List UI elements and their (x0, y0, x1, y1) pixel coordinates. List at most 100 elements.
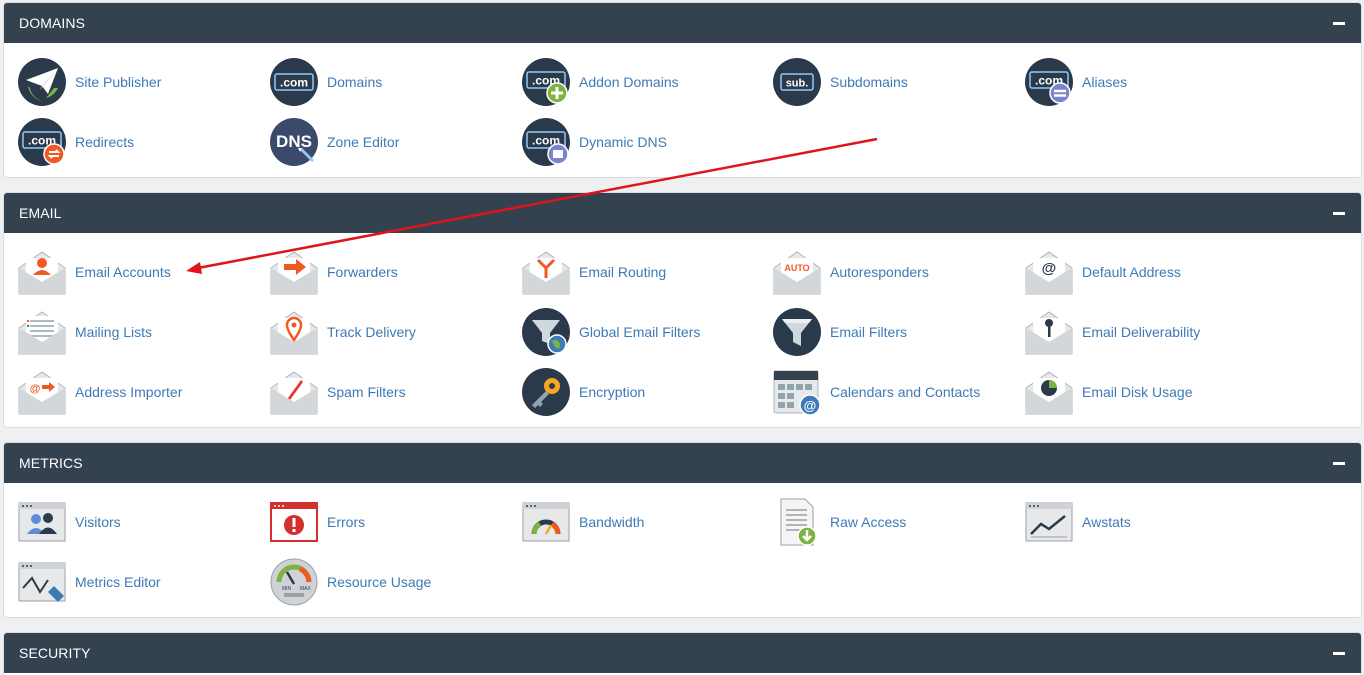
dynamic-dns-link[interactable]: .com Dynamic DNS (522, 117, 772, 167)
gauge-min-max-icon: MIN MAX (270, 558, 318, 606)
chart-edit-icon (18, 558, 66, 606)
link-label: Calendars and Contacts (830, 384, 981, 400)
errors-link[interactable]: Errors (270, 497, 520, 547)
key-icon (522, 368, 570, 416)
link-label: Address Importer (75, 384, 183, 400)
email-disk-usage-link[interactable]: Email Disk Usage (1025, 367, 1275, 417)
dotcom-icon: .com (270, 58, 318, 106)
site-publisher-link[interactable]: Site Publisher (18, 57, 268, 107)
document-download-icon (773, 498, 821, 546)
link-label: Metrics Editor (75, 574, 161, 590)
panel-header-email[interactable]: EMAIL (4, 193, 1361, 233)
spam-filters-link[interactable]: Spam Filters (270, 367, 520, 417)
panel-domains: DOMAINS Site Publisher .com Domains .com… (3, 2, 1362, 178)
collapse-icon[interactable] (1333, 207, 1345, 219)
metrics-editor-link[interactable]: Metrics Editor (18, 557, 268, 607)
svg-text:@: @ (804, 398, 817, 413)
email-filters-link[interactable]: Email Filters (773, 307, 1023, 357)
envelope-arrow-icon (270, 248, 318, 296)
raw-access-link[interactable]: Raw Access (773, 497, 1023, 547)
line-chart-window-icon (1025, 498, 1073, 546)
link-label: Subdomains (830, 74, 908, 90)
link-label: Raw Access (830, 514, 907, 530)
link-label: Site Publisher (75, 74, 162, 90)
link-label: Encryption (579, 384, 646, 400)
link-label: Email Disk Usage (1082, 384, 1193, 400)
link-label: Email Deliverability (1082, 324, 1201, 340)
sub-domain-icon: sub. (773, 58, 821, 106)
envelope-import-icon: @ (18, 368, 66, 416)
autoresponders-link[interactable]: AUTO Autoresponders (773, 247, 1023, 297)
panel-header-security[interactable]: SECURITY (4, 633, 1361, 673)
link-label: Domains (327, 74, 383, 90)
aliases-link[interactable]: .com Aliases (1025, 57, 1275, 107)
svg-text:@: @ (1042, 260, 1057, 277)
link-label: Email Routing (579, 264, 667, 280)
panel-header-metrics[interactable]: METRICS (4, 443, 1361, 483)
panel-title: METRICS (19, 455, 83, 471)
mailing-lists-link[interactable]: Mailing Lists (18, 307, 268, 357)
panel-header-domains[interactable]: DOMAINS (4, 3, 1361, 43)
dotcom-plus-icon: .com (522, 58, 570, 106)
zone-editor-link[interactable]: DNS Zone Editor (270, 117, 520, 167)
funnel-icon (773, 308, 821, 356)
subdomains-link[interactable]: sub. Subdomains (773, 57, 1023, 107)
envelope-auto-icon: AUTO (773, 248, 821, 296)
dotcom-redirect-icon: .com (18, 118, 66, 166)
visitors-icon (18, 498, 66, 546)
link-label: Autoresponders (830, 264, 929, 280)
collapse-icon[interactable] (1333, 647, 1345, 659)
panel-email: EMAIL Email Accounts Forwarders Email Ro… (3, 192, 1362, 428)
svg-text:DNS: DNS (276, 132, 312, 151)
email-deliverability-link[interactable]: Email Deliverability (1025, 307, 1275, 357)
error-window-icon (270, 498, 318, 546)
visitors-link[interactable]: Visitors (18, 497, 268, 547)
link-label: Visitors (75, 514, 121, 530)
dotcom-equals-icon: .com (1025, 58, 1073, 106)
envelope-at-icon: @ (1025, 248, 1073, 296)
link-label: Mailing Lists (75, 324, 153, 340)
link-label: Resource Usage (327, 574, 432, 590)
svg-text:MIN: MIN (282, 586, 292, 592)
link-label: Spam Filters (327, 384, 406, 400)
panel-title: DOMAINS (19, 15, 86, 31)
link-label: Global Email Filters (579, 324, 701, 340)
svg-text:AUTO: AUTO (784, 263, 809, 273)
awstats-link[interactable]: Awstats (1025, 497, 1275, 547)
email-accounts-link[interactable]: Email Accounts (18, 247, 268, 297)
default-address-link[interactable]: @ Default Address (1025, 247, 1275, 297)
funnel-globe-icon (522, 308, 570, 356)
encryption-link[interactable]: Encryption (522, 367, 772, 417)
dotcom-dns-icon: .com (522, 118, 570, 166)
envelope-user-icon (18, 248, 66, 296)
envelope-pin-icon (270, 308, 318, 356)
collapse-icon[interactable] (1333, 17, 1345, 29)
domains-link[interactable]: .com Domains (270, 57, 520, 107)
addon-domains-link[interactable]: .com Addon Domains (522, 57, 772, 107)
link-label: Default Address (1082, 264, 1181, 280)
resource-usage-link[interactable]: MIN MAX Resource Usage (270, 557, 520, 607)
global-email-filters-link[interactable]: Global Email Filters (522, 307, 772, 357)
link-label: Email Accounts (75, 264, 171, 280)
link-label: Errors (327, 514, 366, 530)
svg-text:sub.: sub. (786, 78, 809, 90)
email-routing-link[interactable]: Email Routing (522, 247, 772, 297)
svg-text:MAX: MAX (300, 586, 312, 592)
dns-icon: DNS (270, 118, 318, 166)
calendar-at-icon: @ (773, 368, 821, 416)
link-label: Redirects (75, 134, 135, 150)
envelope-list-icon (18, 308, 66, 356)
panel-title: SECURITY (19, 645, 91, 661)
address-importer-link[interactable]: @ Address Importer (18, 367, 268, 417)
envelope-pie-icon (1025, 368, 1073, 416)
redirects-link[interactable]: .com Redirects (18, 117, 268, 167)
bandwidth-link[interactable]: Bandwidth (522, 497, 772, 547)
collapse-icon[interactable] (1333, 457, 1345, 469)
gauge-window-icon (522, 498, 570, 546)
panel-title: EMAIL (19, 205, 62, 221)
forwarders-link[interactable]: Forwarders (270, 247, 520, 297)
link-label: Awstats (1082, 514, 1131, 530)
calendars-and-contacts-link[interactable]: @ Calendars and Contacts (773, 367, 1023, 417)
paper-plane-globe-icon (18, 58, 66, 106)
track-delivery-link[interactable]: Track Delivery (270, 307, 520, 357)
